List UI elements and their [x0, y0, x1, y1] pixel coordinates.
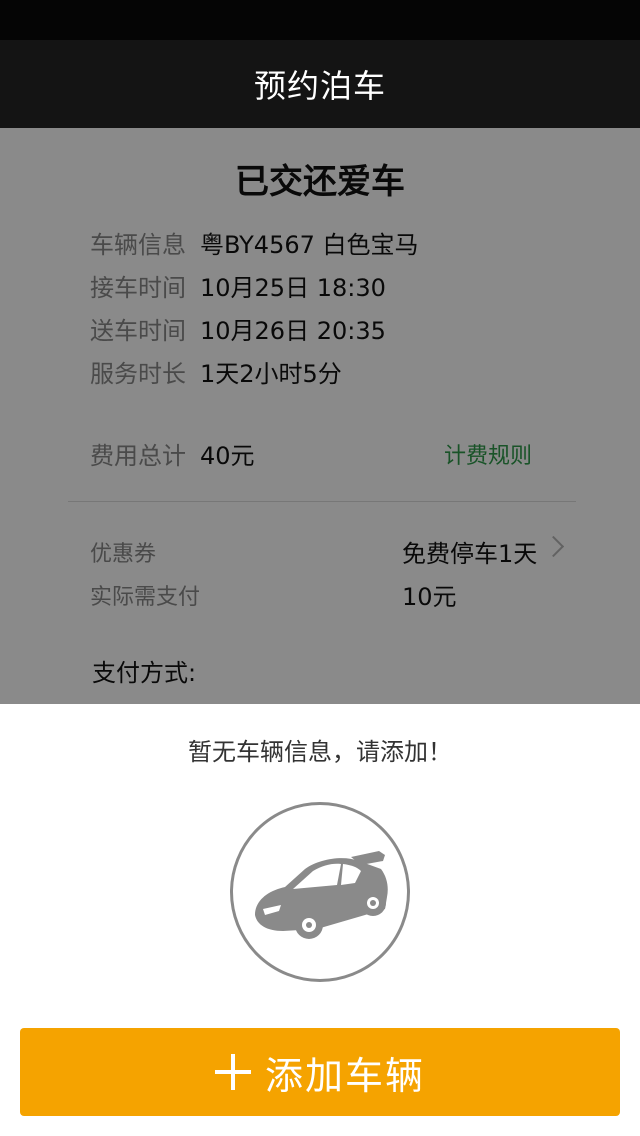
- status-bar: [0, 0, 640, 40]
- nav-bar: 预约泊车: [0, 40, 640, 128]
- car-icon-circle: [230, 802, 410, 982]
- add-vehicle-sheet: 暂无车辆信息，请添加！ 添加车辆: [0, 704, 640, 1136]
- car-icon: [255, 851, 388, 939]
- add-vehicle-button[interactable]: 添加车辆: [20, 1028, 620, 1116]
- no-vehicle-message: 暂无车辆信息，请添加！: [188, 738, 452, 766]
- plus-icon: [214, 1054, 251, 1090]
- modal-overlay[interactable]: [0, 128, 640, 704]
- add-vehicle-label: 添加车辆: [264, 1053, 425, 1098]
- page-title: 预约泊车: [253, 67, 386, 105]
